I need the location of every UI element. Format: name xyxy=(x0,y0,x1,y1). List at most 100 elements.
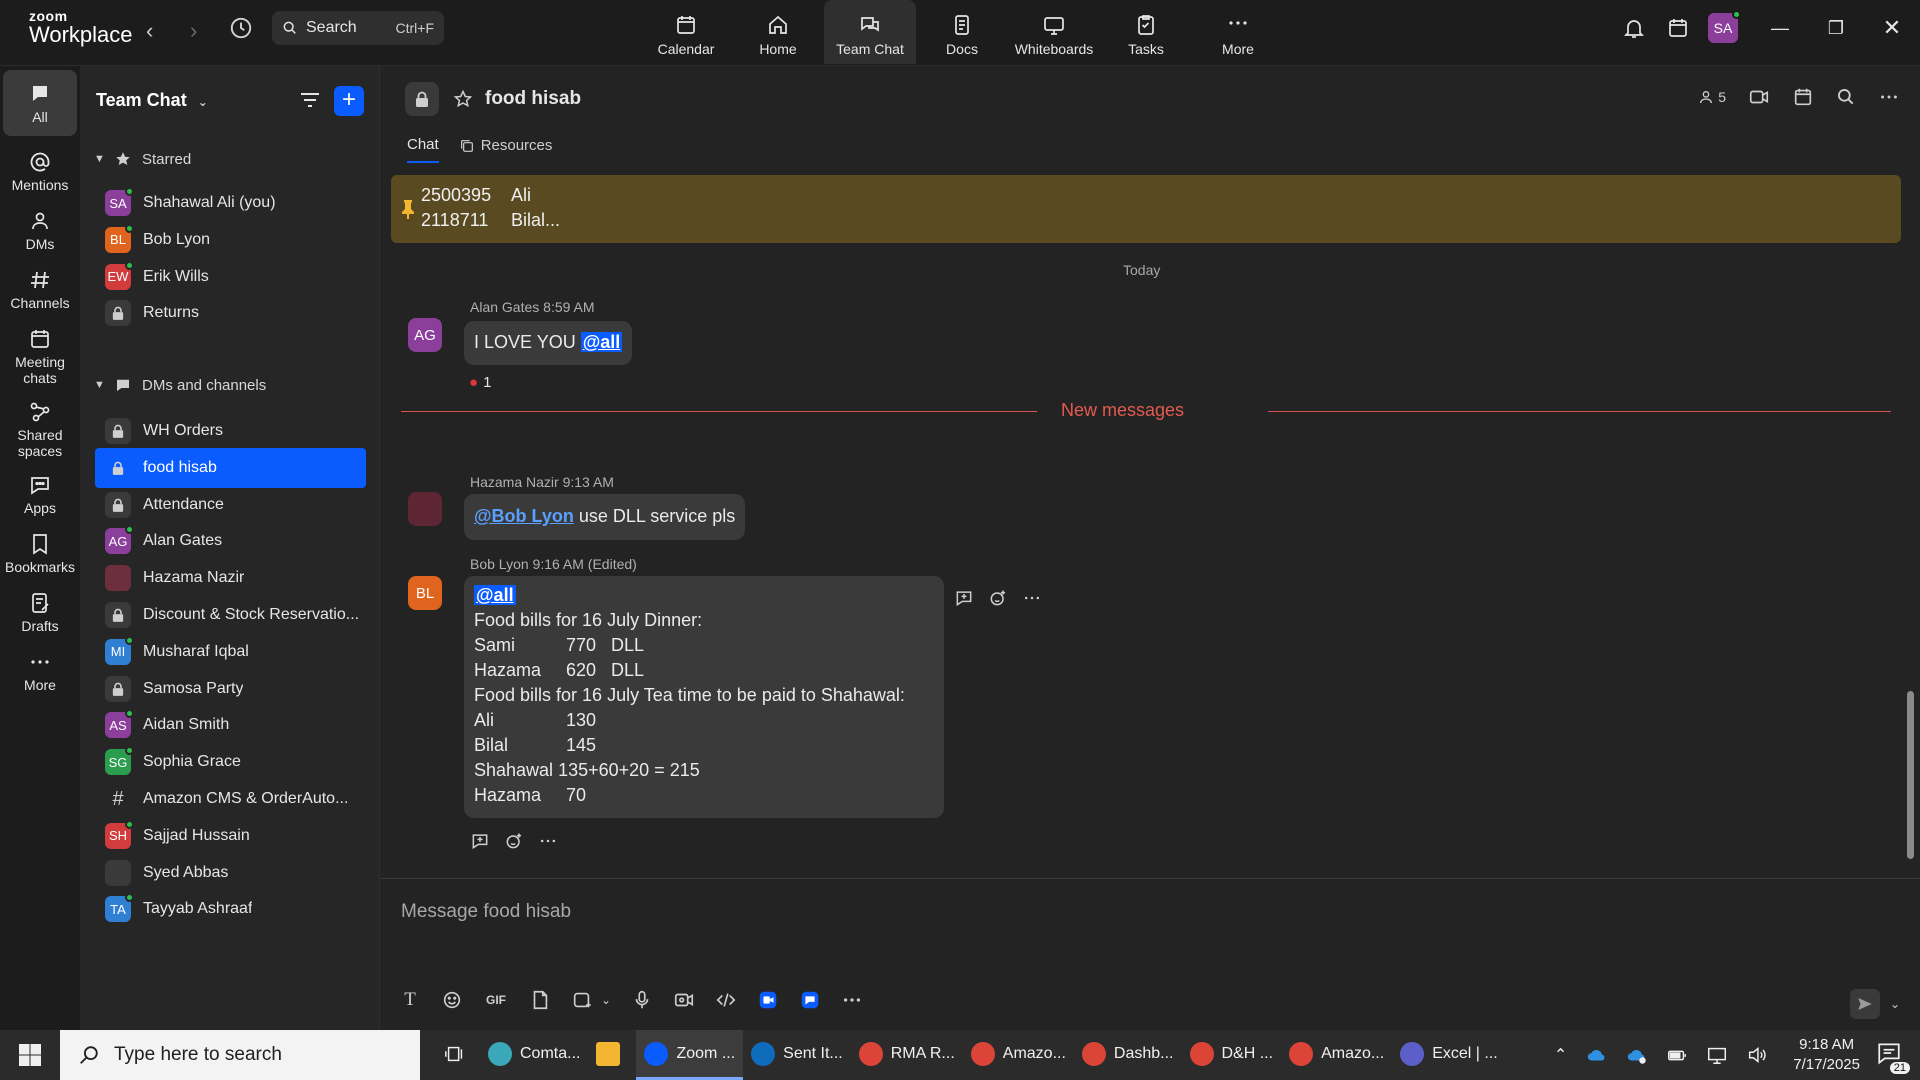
taskbar-search[interactable]: Type here to search xyxy=(60,1030,420,1080)
user-avatar[interactable]: SA xyxy=(1708,10,1741,43)
sidebar-item-musharaf-iqbal[interactable]: MI Musharaf Iqbal xyxy=(95,632,366,672)
sidebar-item-syed-abbas[interactable]: Syed Abbas xyxy=(95,853,366,893)
rail-dms[interactable]: DMs xyxy=(0,209,80,252)
taskbar-app-1[interactable] xyxy=(588,1030,636,1080)
more-options-icon[interactable] xyxy=(1878,86,1900,108)
taskbar-app-0[interactable]: Comta... xyxy=(480,1030,588,1080)
reply-icon[interactable] xyxy=(954,588,974,608)
close-button[interactable]: ✕ xyxy=(1864,15,1920,41)
nav-docs[interactable]: Docs xyxy=(916,0,1008,64)
search-box[interactable]: Search Ctrl+F xyxy=(272,11,444,45)
message-author[interactable]: Bob Lyon xyxy=(470,556,529,572)
sidebar-item-wh-orders[interactable]: WH Orders xyxy=(95,411,366,451)
star-outline-icon[interactable] xyxy=(453,89,473,109)
avatar[interactable]: BL xyxy=(408,576,442,610)
sidebar-item-amazon-cms-orderauto[interactable]: # Amazon CMS & OrderAuto... xyxy=(95,779,366,819)
bell-icon[interactable] xyxy=(1622,16,1646,40)
nav-more[interactable]: More xyxy=(1192,0,1284,64)
history-icon[interactable] xyxy=(228,15,254,41)
video-icon[interactable] xyxy=(1748,86,1770,108)
sidebar-item-sajjad-hussain[interactable]: SH Sajjad Hussain xyxy=(95,816,366,856)
taskbar-app-5[interactable]: Amazo... xyxy=(963,1030,1074,1080)
gif-icon[interactable]: GIF xyxy=(483,989,509,1011)
taskbar-app-8[interactable]: Amazo... xyxy=(1281,1030,1392,1080)
rail-meeting-chats[interactable]: Meeting chats xyxy=(0,327,80,386)
code-icon[interactable] xyxy=(715,989,737,1011)
more-dots-icon[interactable] xyxy=(538,831,558,851)
rail-bookmarks[interactable]: Bookmarks xyxy=(0,532,80,575)
sidebar-item-tayyab-ashraaf[interactable]: TA Tayyab Ashraaf xyxy=(95,889,366,929)
members-button[interactable]: 5 xyxy=(1698,89,1726,105)
forward-arrow-icon[interactable]: › xyxy=(190,18,197,44)
channel-title[interactable]: food hisab xyxy=(485,88,581,110)
sidebar-item-hazama-nazir[interactable]: Hazama Nazir xyxy=(95,558,366,598)
rail-drafts[interactable]: Drafts xyxy=(0,591,80,634)
nav-home[interactable]: Home xyxy=(732,0,824,64)
send-button[interactable] xyxy=(1849,989,1880,1019)
mention-all[interactable]: @all xyxy=(474,585,516,605)
taskbar-app-2[interactable]: Zoom ... xyxy=(636,1030,744,1080)
taskbar-app-6[interactable]: Dashb... xyxy=(1074,1030,1182,1080)
rail-mentions[interactable]: Mentions xyxy=(0,150,80,193)
sidebar-item-shahawal-ali-you[interactable]: SA Shahawal Ali (you) xyxy=(95,183,366,223)
message-author[interactable]: Hazama Nazir xyxy=(470,474,559,490)
network-icon[interactable] xyxy=(1706,1044,1728,1066)
nav-calendar[interactable]: Calendar xyxy=(640,0,732,64)
sidebar-item-bob-lyon[interactable]: BL Bob Lyon xyxy=(95,220,366,260)
taskbar-app-4[interactable]: RMA R... xyxy=(851,1030,963,1080)
back-arrow-icon[interactable]: ‹ xyxy=(146,18,153,44)
add-chat-button[interactable]: + xyxy=(334,86,364,116)
reaction-chip[interactable]: ● 1 xyxy=(469,374,491,391)
nav-team-chat[interactable]: Team Chat xyxy=(824,0,916,64)
taskbar-app-7[interactable]: D&H ... xyxy=(1182,1030,1282,1080)
chat-scrollbar[interactable] xyxy=(1907,691,1914,859)
tab-resources[interactable]: Resources xyxy=(459,136,552,163)
sidebar-title[interactable]: Team Chat ⌄ xyxy=(96,90,208,111)
more-tools-icon[interactable] xyxy=(841,989,863,1011)
more-dots-icon[interactable] xyxy=(1022,588,1042,608)
rail-all[interactable]: All xyxy=(0,70,80,136)
search-icon[interactable] xyxy=(1836,87,1856,107)
avatar[interactable] xyxy=(408,492,442,526)
composer-input[interactable]: Message food hisab xyxy=(401,901,571,923)
reply-icon[interactable] xyxy=(470,831,490,851)
chevron-down-icon[interactable]: ⌄ xyxy=(1890,997,1900,1011)
onedrive-sync-icon[interactable] xyxy=(1626,1044,1648,1066)
microphone-icon[interactable] xyxy=(631,989,653,1011)
mention-bob-lyon[interactable]: @Bob Lyon xyxy=(474,506,574,526)
message-bubble[interactable]: I LOVE YOU @all xyxy=(464,321,633,365)
task-view-button[interactable] xyxy=(430,1030,480,1080)
sidebar-item-returns[interactable]: Returns xyxy=(95,293,366,333)
screenshot-icon[interactable] xyxy=(571,989,593,1011)
file-icon[interactable] xyxy=(529,989,551,1011)
volume-icon[interactable] xyxy=(1746,1044,1768,1066)
sidebar-item-discount-stock-reservatio[interactable]: Discount & Stock Reservatio... xyxy=(95,595,366,635)
notification-center-button[interactable]: 21 xyxy=(1876,1040,1910,1074)
tray-chevron-up-icon[interactable]: ⌃ xyxy=(1554,1045,1567,1065)
battery-icon[interactable] xyxy=(1666,1044,1688,1066)
mention-all[interactable]: @all xyxy=(580,332,623,352)
add-reaction-icon[interactable] xyxy=(988,588,1008,608)
schedule-icon[interactable] xyxy=(1792,86,1814,108)
add-reaction-icon[interactable] xyxy=(504,831,524,851)
app-2-icon[interactable] xyxy=(799,989,821,1011)
tab-chat[interactable]: Chat xyxy=(407,136,439,163)
taskbar-app-3[interactable]: Sent It... xyxy=(743,1030,851,1080)
dms-section-header[interactable]: ▼ DMs and channels xyxy=(94,376,266,394)
app-1-icon[interactable] xyxy=(757,989,779,1011)
sidebar-item-erik-wills[interactable]: EW Erik Wills xyxy=(95,257,366,297)
taskbar-clock[interactable]: 9:18 AM 7/17/2025 xyxy=(1793,1035,1860,1075)
calendar-check-icon[interactable] xyxy=(1666,16,1690,40)
minimize-button[interactable]: — xyxy=(1752,18,1808,39)
video-message-icon[interactable] xyxy=(673,989,695,1011)
pinned-message-banner[interactable]: 2500395 Ali 2118711 Bilal... xyxy=(391,175,1901,243)
rail-more[interactable]: More xyxy=(0,650,80,693)
sidebar-item-sophia-grace[interactable]: SG Sophia Grace xyxy=(95,742,366,782)
text-format-icon[interactable]: T xyxy=(399,989,421,1011)
sidebar-item-aidan-smith[interactable]: AS Aidan Smith xyxy=(95,705,366,745)
filter-icon[interactable] xyxy=(298,88,322,112)
message-bubble[interactable]: @Bob Lyon use DLL service pls xyxy=(464,494,746,540)
chevron-down-icon[interactable]: ⌄ xyxy=(601,989,611,1011)
sidebar-item-alan-gates[interactable]: AG Alan Gates xyxy=(95,521,366,561)
starred-section-header[interactable]: ▼ Starred xyxy=(94,150,191,168)
